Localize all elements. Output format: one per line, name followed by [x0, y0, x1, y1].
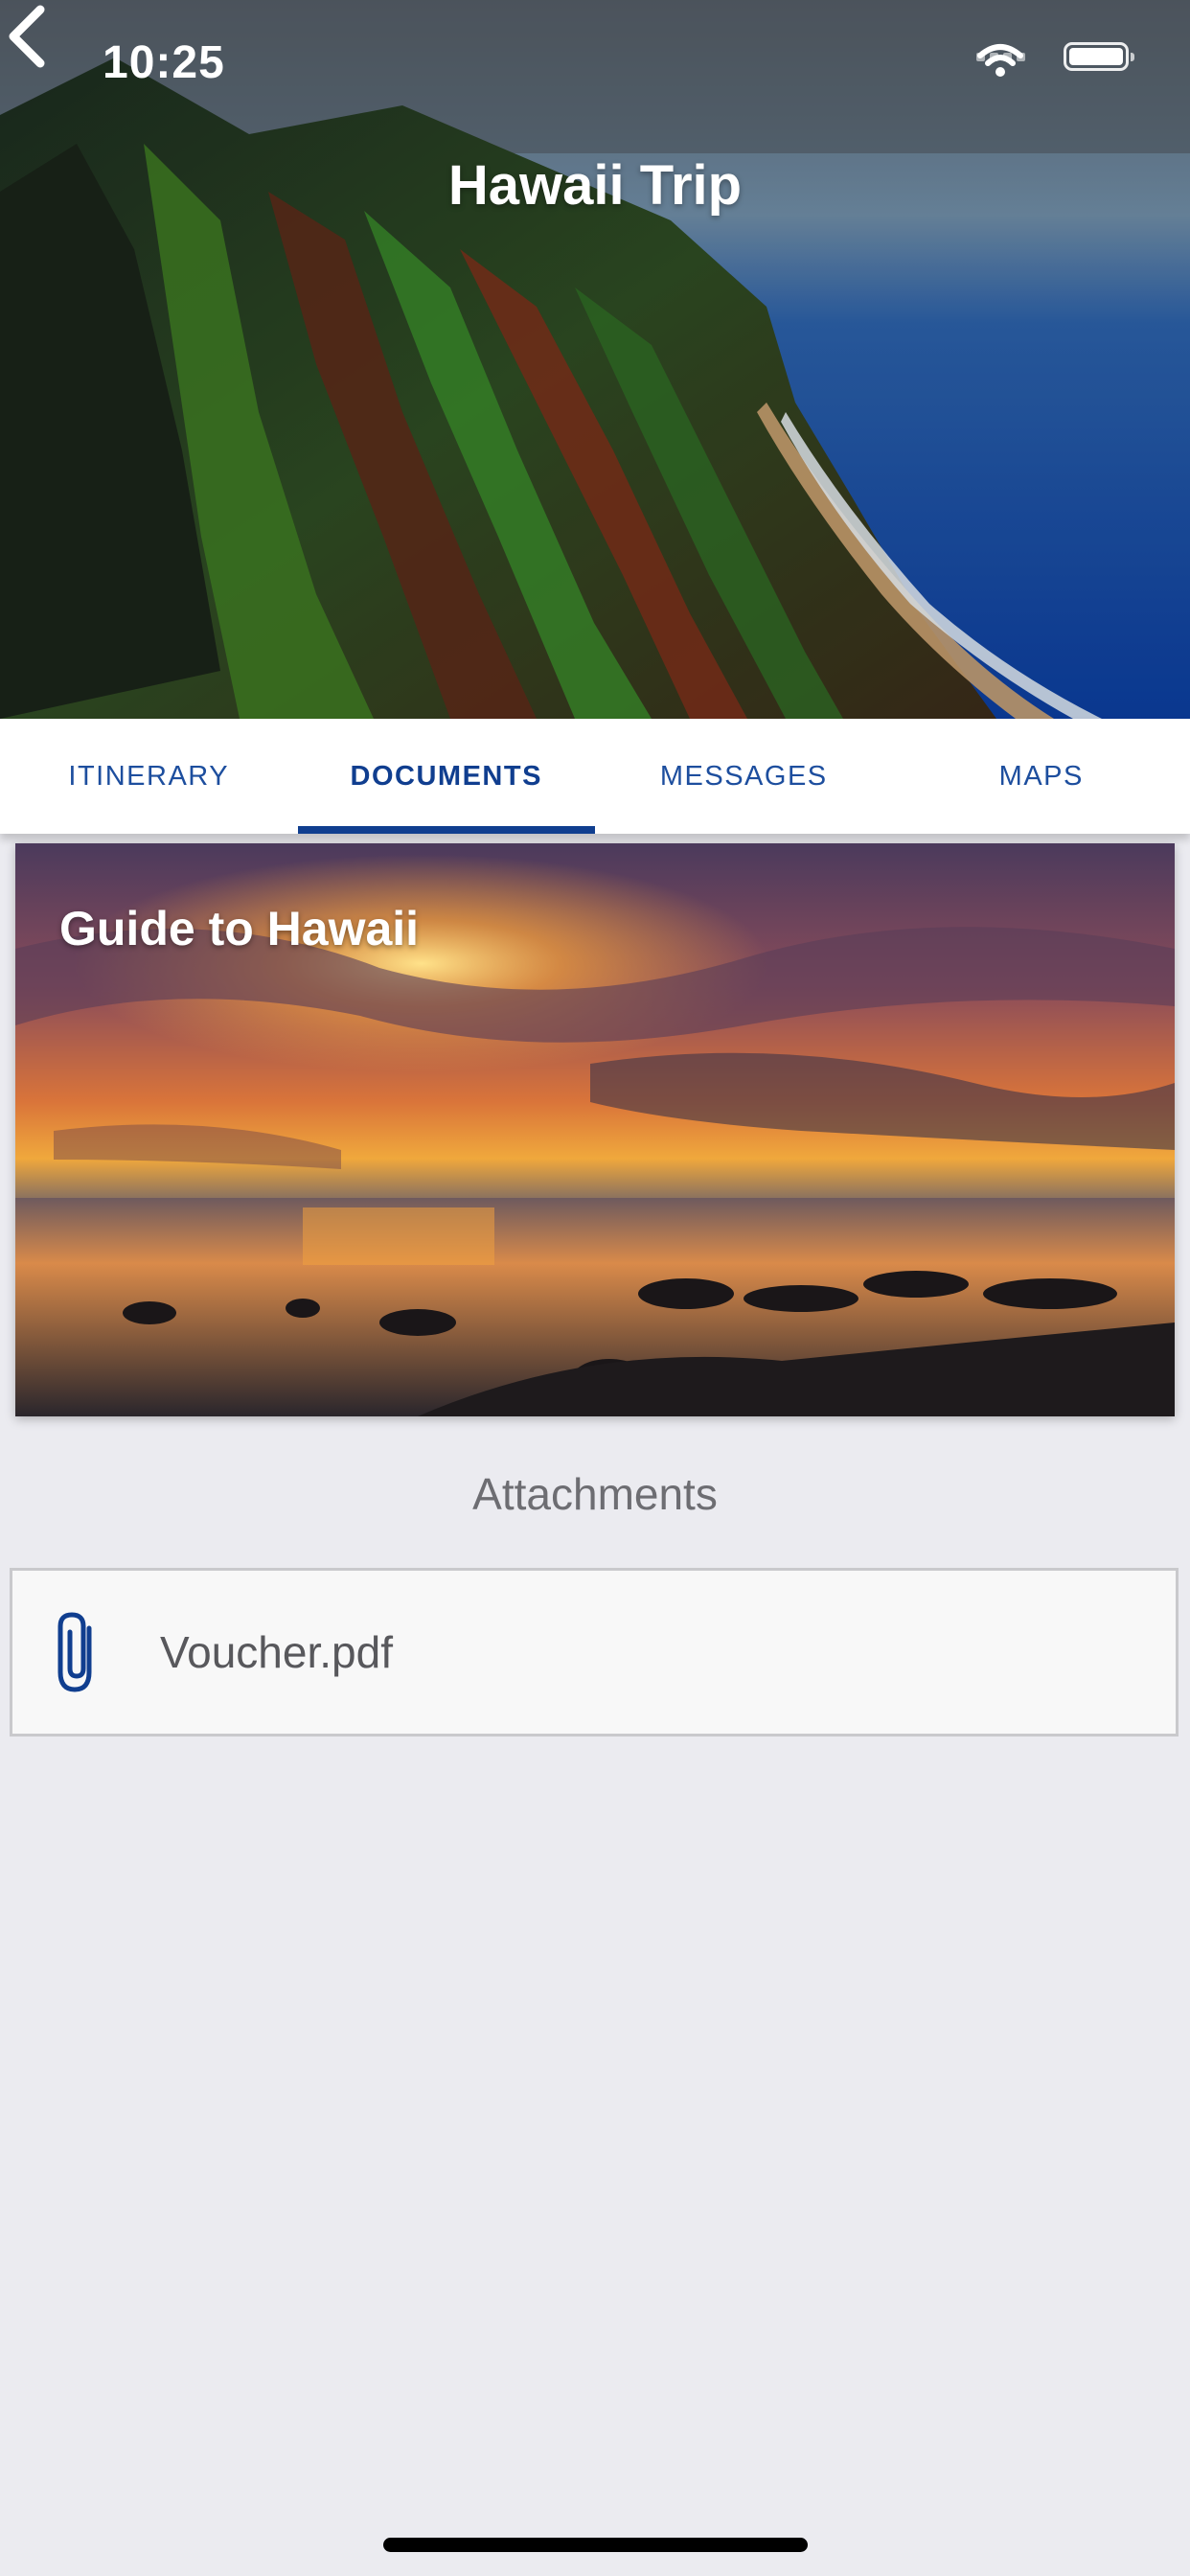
paperclip-icon: [57, 1612, 92, 1692]
header-hero-image: 10:25 Hawaii Trip: [0, 0, 1190, 719]
tab-messages[interactable]: MESSAGES: [595, 719, 893, 834]
coastline-photo: [0, 0, 1190, 719]
wifi-icon: [977, 44, 1023, 77]
battery-icon: [1064, 42, 1134, 71]
attachment-item[interactable]: Voucher.pdf: [10, 1568, 1179, 1736]
tab-bar: ITINERARY DOCUMENTS MESSAGES MAPS: [0, 719, 1190, 834]
tab-itinerary[interactable]: ITINERARY: [0, 719, 298, 834]
guide-title: Guide to Hawaii: [59, 902, 420, 955]
tab-documents[interactable]: DOCUMENTS: [297, 719, 596, 834]
attachments-heading: Attachments: [472, 1469, 718, 1519]
status-bar-time: 10:25: [103, 37, 225, 88]
guide-card[interactable]: Guide to Hawaii: [15, 843, 1175, 1416]
back-button[interactable]: [0, 0, 57, 73]
attachment-filename: Voucher.pdf: [160, 1627, 393, 1677]
status-bar-icons: [976, 42, 1134, 77]
home-indicator[interactable]: [383, 2538, 808, 2552]
tab-maps[interactable]: MAPS: [893, 719, 1190, 834]
page-title: Hawaii Trip: [447, 154, 743, 217]
